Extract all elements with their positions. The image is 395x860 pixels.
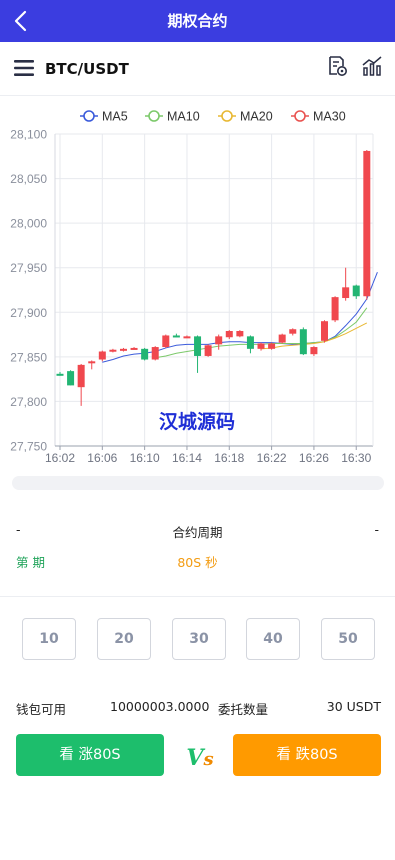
candle-body	[172, 335, 180, 338]
x-tick-label: 16:14	[172, 451, 202, 465]
candle-body	[98, 351, 106, 360]
y-tick-label: 28,050	[10, 172, 47, 186]
candle-body	[194, 336, 202, 356]
candle-body	[88, 361, 96, 364]
candlestick-chart[interactable]: MA5 MA10 MA20 MA30 27,750 27,800 27,850 27,900 2…	[0, 100, 395, 472]
y-tick-label: 27,750	[10, 440, 47, 454]
candle-body	[141, 348, 149, 360]
x-tick-label: 16:02	[45, 451, 75, 465]
candle-body	[278, 334, 286, 343]
x-tick-label: 16:26	[299, 451, 329, 465]
y-tick-label: 28,100	[10, 128, 47, 142]
candle-body	[109, 349, 117, 352]
pair-bar: BTC/USDT	[0, 42, 395, 96]
y-tick-label: 27,950	[10, 261, 47, 275]
candle-body	[363, 150, 371, 297]
legend-label-ma20: MA20	[240, 110, 273, 124]
contract-period-row: - 合约周期 -	[0, 520, 395, 540]
y-tick-label: 28,000	[10, 217, 47, 231]
entrust-value: 30 USDT	[326, 699, 381, 714]
candle-body	[268, 343, 276, 349]
chart-scrollbar[interactable]	[12, 476, 384, 490]
candle-body	[236, 331, 244, 337]
candle-body	[77, 364, 85, 388]
x-tick-label: 16:30	[341, 451, 371, 465]
pair-symbol[interactable]: BTC/USDT	[45, 42, 129, 96]
term-value: 80S 秒	[177, 555, 218, 570]
legend-label-ma5: MA5	[102, 110, 128, 124]
legend-marker-ma20	[221, 110, 233, 122]
watermark-text: 汉城源码	[159, 410, 235, 433]
candle-body	[342, 287, 350, 299]
candle-body	[352, 285, 360, 297]
wallet-label: 钱包可用	[16, 702, 67, 717]
vs-logo: Vs	[180, 740, 220, 776]
amount-button-20[interactable]: 20	[97, 618, 151, 660]
candle-body	[162, 335, 170, 348]
candle-body	[151, 347, 159, 360]
buy-down-button[interactable]: 看 跌80S	[233, 734, 381, 776]
vs-s: s	[203, 749, 214, 770]
candle-body	[299, 329, 307, 355]
y-tick-label: 27,850	[10, 350, 47, 364]
amount-button-50[interactable]: 50	[321, 618, 375, 660]
vs-v: V	[186, 745, 204, 771]
legend-label-ma10: MA10	[167, 110, 200, 124]
candle-body	[246, 336, 254, 349]
chart-indicator-icon[interactable]	[361, 55, 383, 77]
term-row: 第 期 80S 秒	[0, 550, 395, 570]
amount-button-10[interactable]: 10	[22, 618, 76, 660]
x-tick-label: 16:22	[257, 451, 287, 465]
x-tick-label: 16:06	[87, 451, 117, 465]
y-tick-label: 27,900	[10, 306, 47, 320]
legend-marker-ma10	[148, 110, 160, 122]
entrust-label: 委托数量	[218, 702, 269, 717]
candle-body	[130, 347, 138, 350]
order-record-icon[interactable]	[326, 55, 348, 77]
legend-marker-ma30	[294, 110, 306, 122]
candle-body	[225, 331, 233, 338]
candle-body	[321, 321, 328, 341]
wallet-row: 钱包可用 10000003.0000 委托数量 30 USDT	[0, 697, 395, 717]
legend-marker-ma5	[83, 110, 95, 122]
divider	[0, 596, 395, 597]
candle-body	[289, 329, 297, 334]
page-title: 期权合约	[167, 12, 228, 30]
candle-body	[215, 336, 223, 345]
y-tick-label: 27,800	[10, 395, 47, 409]
legend-label-ma30: MA30	[313, 110, 346, 124]
buy-up-button[interactable]: 看 涨80S	[16, 734, 164, 776]
amount-button-30[interactable]: 30	[172, 618, 226, 660]
period-label: 合约周期	[172, 525, 223, 540]
title-bar: 期权合约	[0, 0, 395, 42]
candle-body	[67, 371, 75, 386]
candle-body	[183, 336, 191, 339]
candle-body	[310, 347, 318, 355]
amount-button-40[interactable]: 40	[246, 618, 300, 660]
candle-body	[119, 348, 127, 351]
period-right-value: -	[374, 522, 379, 537]
hamburger-menu-icon[interactable]	[14, 58, 36, 78]
wallet-balance: 10000003.0000	[110, 699, 210, 714]
candle-body	[331, 297, 339, 321]
candle-body	[257, 343, 265, 349]
candle-body	[204, 345, 212, 356]
x-tick-label: 16:10	[130, 451, 160, 465]
candle-body	[56, 373, 64, 376]
x-tick-label: 16:18	[214, 451, 244, 465]
